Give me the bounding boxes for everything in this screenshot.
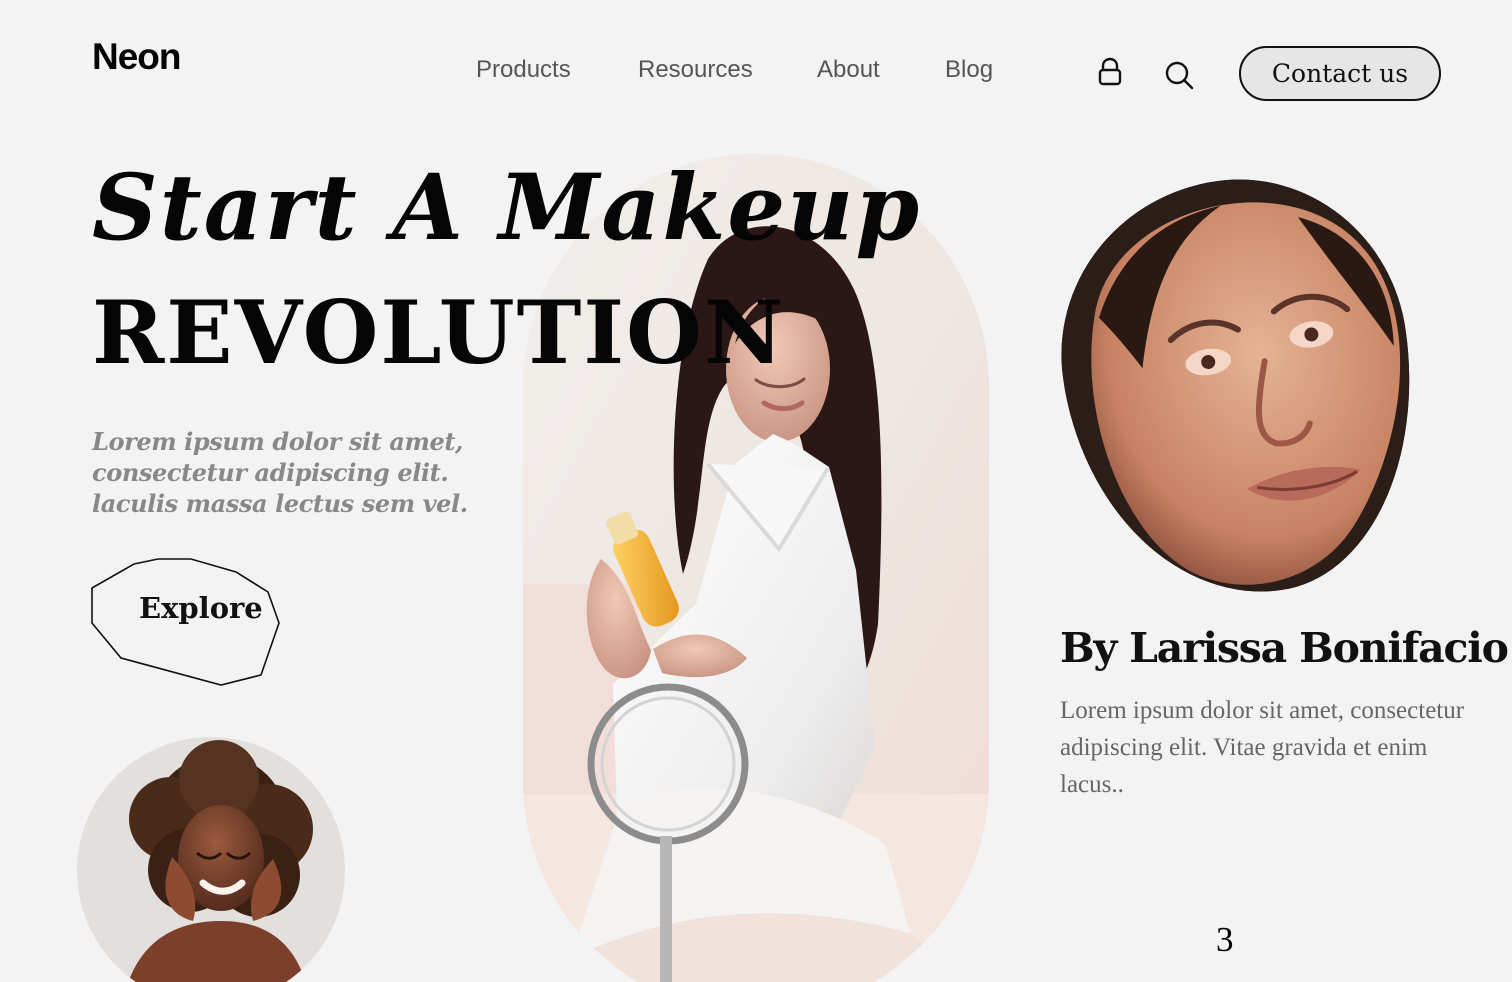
woman-closeup-portrait	[1038, 157, 1440, 617]
hero-title-line-1: Start A Makeup	[92, 155, 922, 261]
page-number[interactable]: 3	[1216, 920, 1234, 960]
landing-page: Neon Products Resources About Blog Conta…	[0, 0, 1512, 982]
woman-with-serum-illustration	[523, 154, 989, 982]
curly-hair-woman-portrait	[77, 737, 345, 982]
woman-with-serum-photo	[523, 154, 989, 982]
explore-button[interactable]: Explore	[89, 557, 282, 687]
nav-about-link[interactable]: About	[817, 56, 880, 84]
brand-logo[interactable]: Neon	[92, 36, 181, 78]
nav-products-link[interactable]: Products	[476, 56, 571, 84]
lock-icon[interactable]	[1093, 56, 1127, 90]
author-description: Lorem ipsum dolor sit amet, consectetur …	[1060, 697, 1465, 798]
search-icon[interactable]	[1162, 58, 1196, 92]
nav-resources-link[interactable]: Resources	[638, 56, 753, 84]
nav-blog-link[interactable]: Blog	[945, 56, 993, 84]
contact-us-button[interactable]: Contact us	[1239, 46, 1441, 101]
explore-button-label: Explore	[139, 591, 263, 625]
author-name: By Larissa Bonifacio	[1060, 624, 1509, 672]
woman-closeup-illustration	[1038, 157, 1440, 617]
hero-title-line-2: REVOLUTION	[92, 281, 786, 384]
hero-description: Lorem ipsum dolor sit amet, consectetur …	[92, 427, 468, 518]
curly-hair-woman-illustration	[77, 737, 345, 982]
